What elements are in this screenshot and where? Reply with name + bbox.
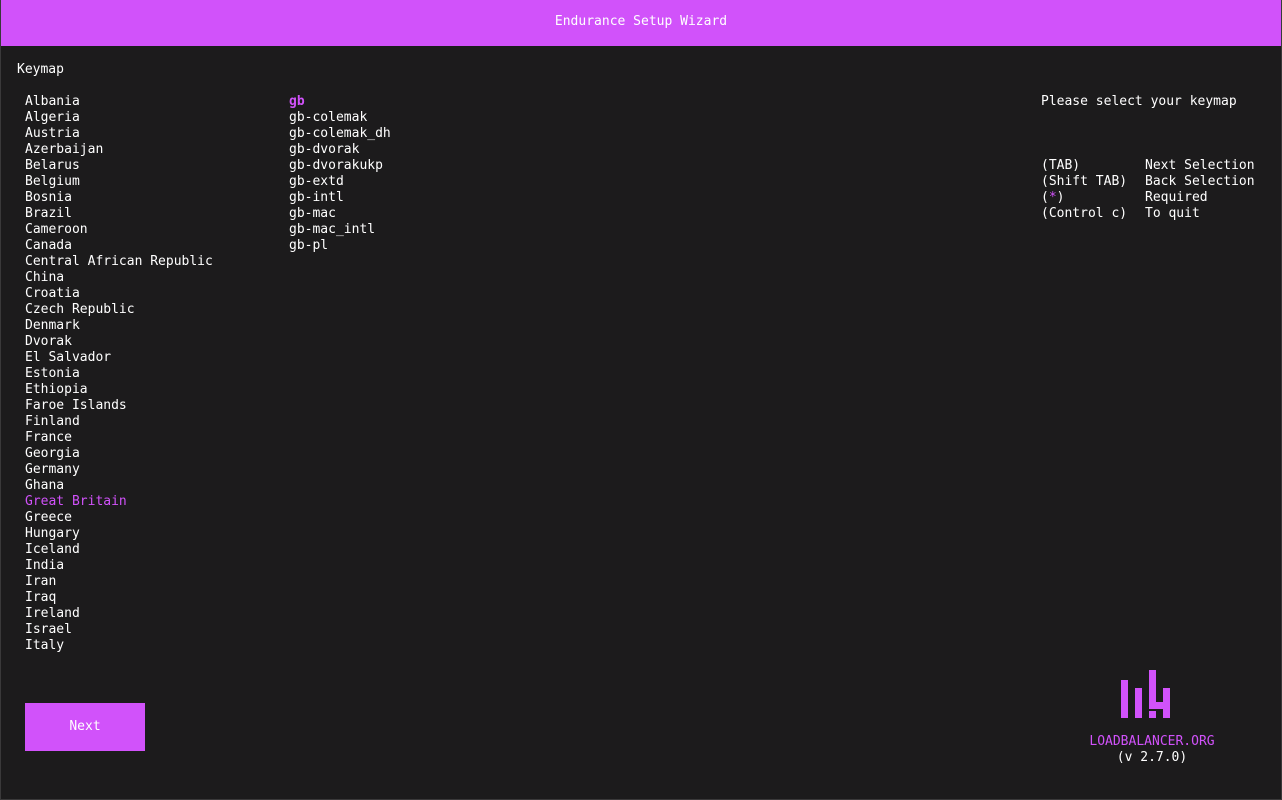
variant-option[interactable]: gb-pl [289,238,391,254]
country-option[interactable]: Iraq [25,590,213,606]
country-option[interactable]: Ghana [25,478,213,494]
country-option[interactable]: Ireland [25,606,213,622]
variant-option[interactable]: gb-extd [289,174,391,190]
country-option[interactable]: Dvorak [25,334,213,350]
version-label: (v 2.7.0) [1116,750,1188,765]
shortcut-key: (Shift TAB) [1041,174,1128,189]
shortcut-row: (Shift TAB) Back Selection [1041,174,1255,190]
keymap-label: Keymap [17,62,64,77]
country-option[interactable]: El Salvador [25,350,213,366]
country-option[interactable]: Georgia [25,446,213,462]
country-list[interactable]: Albania Algeria Austria Azerbaijan Belarus Be… [25,94,213,654]
window-title: Endurance Setup Wizard [1,0,1281,46]
country-option[interactable]: Azerbaijan [25,142,213,158]
shortcut-action: Required [1145,190,1208,205]
country-option[interactable]: Belgium [25,174,213,190]
country-option[interactable]: Denmark [25,318,213,334]
country-option[interactable]: Brazil [25,206,213,222]
shortcut-key-open: ( [1041,190,1049,205]
shortcut-key: (Control c) [1041,206,1128,221]
country-option[interactable]: Canada [25,238,213,254]
country-option[interactable]: Cameroon [25,222,213,238]
country-option[interactable]: Algeria [25,110,213,126]
shortcut-legend: (TAB) Next Selection (Shift TAB) Back Se… [1041,158,1255,222]
required-star-icon: * [1048,190,1057,205]
country-option[interactable]: Estonia [25,366,213,382]
country-option[interactable]: Belarus [25,158,213,174]
shortcut-action: Next Selection [1145,158,1255,173]
variant-option[interactable]: gb-dvorak [289,142,391,158]
shortcut-action: Back Selection [1145,174,1255,189]
variant-option[interactable]: gb-dvorakukp [289,158,391,174]
brand-name: LOADBALANCER.ORG [1089,734,1215,749]
country-option[interactable]: Iceland [25,542,213,558]
country-option[interactable]: Great Britain [25,494,213,510]
country-option[interactable]: Ethiopia [25,382,213,398]
shortcut-action: To quit [1145,206,1200,221]
country-option[interactable]: Austria [25,126,213,142]
country-option[interactable]: Faroe Islands [25,398,213,414]
country-option[interactable]: Hungary [25,526,213,542]
variant-list[interactable]: gb gb-colemak gb-colemak_dh gb-dvorak gb-dvo… [289,94,391,254]
shortcut-key: (*) [1041,190,1145,206]
country-option[interactable]: Central African Republic [25,254,213,270]
next-button[interactable]: Next [25,703,145,751]
variant-option[interactable]: gb-colemak [289,110,391,126]
variant-option[interactable]: gb-intl [289,190,391,206]
country-option[interactable]: Italy [25,638,213,654]
country-option[interactable]: Israel [25,622,213,638]
country-option[interactable]: China [25,270,213,286]
country-option[interactable]: Greece [25,510,213,526]
variant-option[interactable]: gb-colemak_dh [289,126,391,142]
shortcut-key-close: ) [1056,190,1065,205]
shortcut-row: (Control c) To quit [1041,206,1255,222]
country-option[interactable]: Croatia [25,286,213,302]
country-option[interactable]: Iran [25,574,213,590]
country-option[interactable]: India [25,558,213,574]
country-option[interactable]: Germany [25,462,213,478]
loadbalancer-logo-icon [1121,670,1170,718]
shortcut-row: (TAB) Next Selection [1041,158,1255,174]
variant-option[interactable]: gb [289,94,391,110]
country-option[interactable]: Bosnia [25,190,213,206]
country-option[interactable]: France [25,430,213,446]
help-prompt: Please select your keymap [1041,94,1237,109]
shortcut-key: (TAB) [1041,158,1081,173]
country-option[interactable]: Finland [25,414,213,430]
variant-option[interactable]: gb-mac [289,206,391,222]
country-option[interactable]: Albania [25,94,213,110]
shortcut-row: (*) Required [1041,190,1255,206]
variant-option[interactable]: gb-mac_intl [289,222,391,238]
country-option[interactable]: Czech Republic [25,302,213,318]
